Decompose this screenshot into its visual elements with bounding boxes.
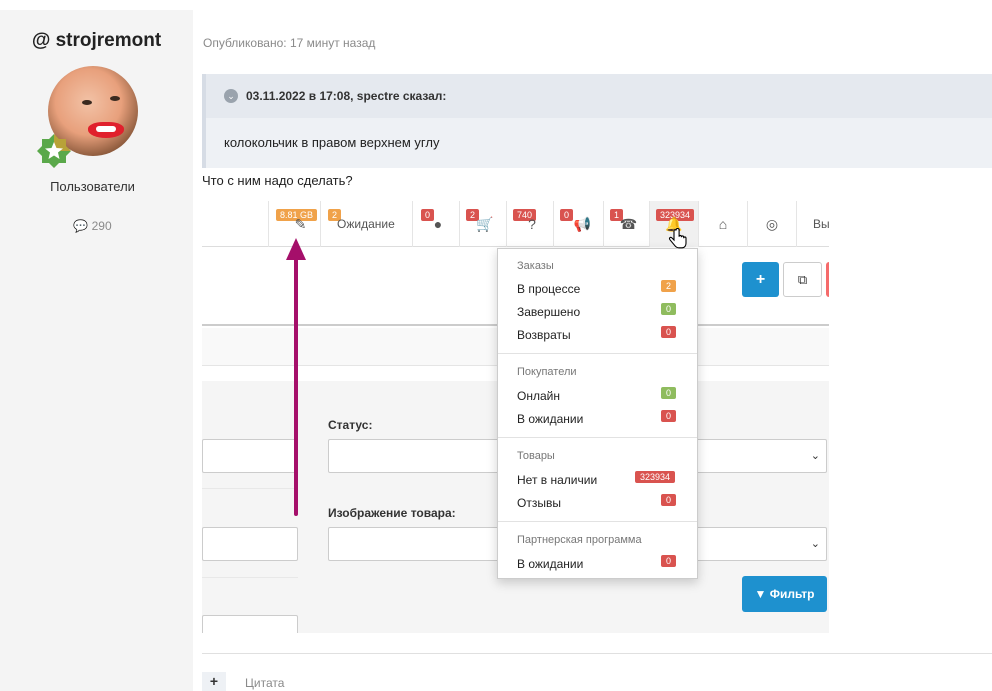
notifications-dropdown: Заказы В процессе 2 Завершено 0 Возвраты… (497, 248, 698, 579)
affiliate-header: Партнерская программа (517, 534, 642, 546)
lifebuoy-icon: ◎ (765, 216, 779, 232)
divider (498, 353, 697, 354)
affiliate-waiting-badge: 0 (661, 555, 677, 567)
divider (202, 653, 992, 654)
home-icon: ⌂ (718, 216, 728, 232)
comments-item[interactable]: 0 ● (412, 201, 459, 247)
orders-item[interactable]: 2 🛒 (459, 201, 506, 247)
message-count: 💬 290 (0, 219, 185, 233)
chevron-down-icon: ⌄ (810, 450, 820, 462)
model-field[interactable] (202, 527, 298, 561)
customers-header: Покупатели (517, 366, 577, 378)
annotation-arrow-icon (286, 238, 306, 516)
help-item[interactable]: ◎ (747, 201, 796, 247)
image-label: Изображение товара: (328, 506, 456, 520)
menu-item-in-process[interactable]: В процессе (517, 282, 580, 296)
message-count-value: 290 (91, 219, 112, 233)
online-badge: 0 (661, 387, 677, 399)
quote-header[interactable]: ⌄ 03.11.2022 в 17:08, spectre сказал: (206, 74, 992, 118)
megaphone-icon: 📢 (573, 216, 592, 232)
menu-item-reviews[interactable]: Отзывы (517, 496, 561, 510)
question-icon: ? (528, 216, 536, 232)
post-text: Что с ним надо сделать? (202, 173, 353, 188)
rank-star-icon (37, 134, 71, 168)
filter-button[interactable]: ▼ Фильтр (742, 576, 827, 612)
out-of-stock-badge: 323934 (635, 471, 676, 483)
quote-author[interactable]: 03.11.2022 в 17:08, spectre сказал: (246, 89, 446, 103)
reviews-badge: 0 (661, 494, 677, 506)
chevron-down-icon[interactable]: ⌄ (224, 89, 238, 103)
pending-label: Ожидание (337, 217, 395, 231)
products-header: Товары (517, 450, 555, 462)
logout-label: Вы (813, 217, 829, 231)
avatar-eye (82, 100, 92, 105)
post-published-time[interactable]: Опубликовано: 17 минут назад (203, 36, 375, 50)
orders-header: Заказы (517, 260, 554, 272)
chevron-down-icon: ⌄ (810, 538, 820, 550)
eraser-icon: ✎ (294, 216, 307, 232)
announce-item[interactable]: 0 📢 (553, 201, 603, 247)
divider (202, 577, 298, 578)
divider (498, 521, 697, 522)
username[interactable]: @ strojremont (0, 30, 193, 52)
customers-waiting-badge: 0 (661, 410, 677, 422)
quote-text: колокольчик в правом верхнем углу (224, 135, 440, 150)
divider (498, 437, 697, 438)
cart-icon: 🛒 (476, 216, 494, 232)
in-process-badge: 2 (661, 280, 677, 292)
avatar-eye (110, 96, 120, 101)
filter-icon: ▼ (754, 587, 767, 601)
price-field[interactable] (202, 615, 298, 633)
user-panel: @ strojremont Пользователи 💬 290 (0, 10, 193, 691)
quote-button[interactable]: Цитата (245, 676, 284, 690)
logout-item[interactable]: Вы (796, 201, 829, 247)
menu-item-completed[interactable]: Завершено (517, 305, 580, 319)
menu-item-out-of-stock[interactable]: Нет в наличии (517, 473, 597, 487)
expand-editor-button[interactable]: + (202, 672, 226, 691)
avatar-teeth (96, 126, 116, 132)
menu-item-affiliate-waiting[interactable]: В ожидании (517, 557, 583, 571)
filter-button-label: Фильтр (769, 587, 815, 601)
copy-button[interactable]: ⧉ (783, 262, 822, 297)
phone-icon: ☎ (619, 216, 638, 232)
menu-item-online[interactable]: Онлайн (517, 389, 560, 403)
comment-icon: 💬 (73, 219, 89, 233)
menu-item-returns[interactable]: Возвраты (517, 328, 571, 342)
returns-badge: 0 (661, 326, 677, 338)
hand-cursor-icon (668, 228, 687, 249)
status-label: Статус: (328, 418, 373, 432)
home-item[interactable]: ⌂ (698, 201, 747, 247)
questions-item[interactable]: 740 ? (506, 201, 553, 247)
quote-block: ⌄ 03.11.2022 в 17:08, spectre сказал: ко… (202, 74, 992, 168)
user-group: Пользователи (50, 179, 135, 194)
delete-button[interactable] (826, 262, 829, 297)
comment-icon: ● (433, 216, 443, 232)
copy-icon: ⧉ (797, 272, 808, 287)
pending-item[interactable]: 2 Ожидание (320, 201, 412, 247)
menu-item-customers-waiting[interactable]: В ожидании (517, 412, 583, 426)
completed-badge: 0 (661, 303, 677, 315)
add-button[interactable]: + (742, 262, 779, 297)
calls-item[interactable]: 1 ☎ (603, 201, 649, 247)
